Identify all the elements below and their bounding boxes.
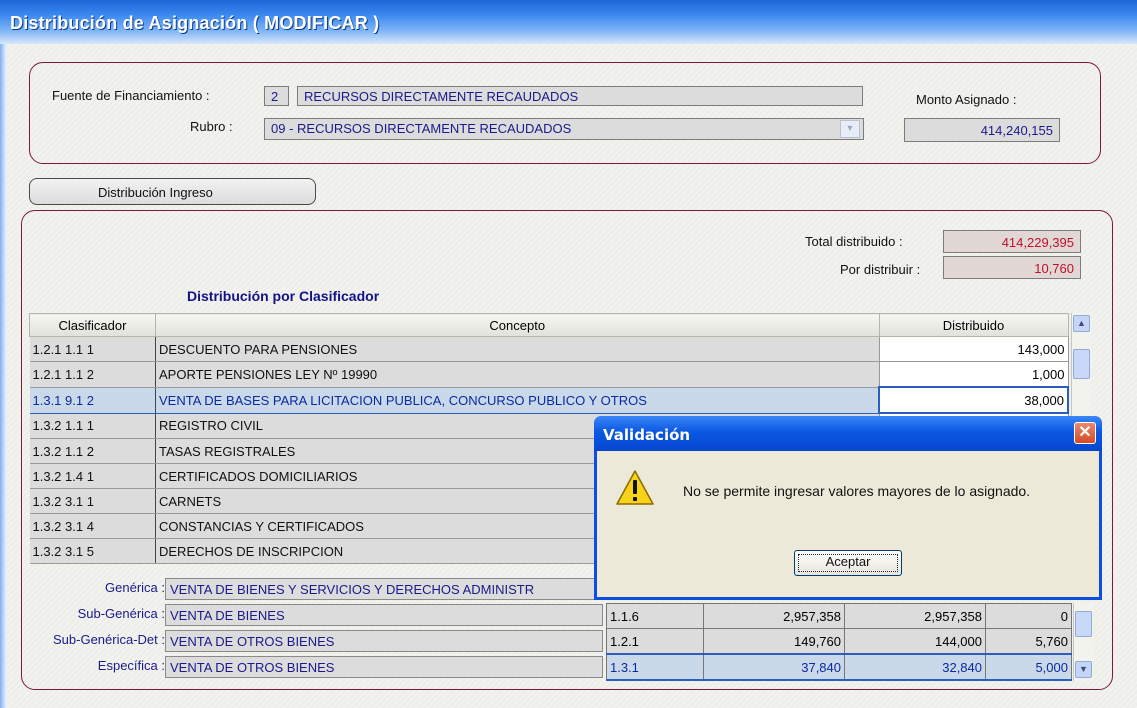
total-distribuido-field: 414,229,395 [943, 230, 1081, 253]
summary-c: 5,760 [985, 628, 1072, 655]
monto-label: Monto Asignado : [916, 92, 1017, 107]
rubro-selected-value: 09 - RECURSOS DIRECTAMENTE RECAUDADOS [271, 121, 572, 136]
warning-icon [616, 470, 654, 505]
scroll-up-icon[interactable]: ▲ [1073, 315, 1090, 332]
cell-distribuido-input[interactable]: 1,000 [878, 361, 1069, 388]
dialog-body: No se permite ingresar valores mayores d… [597, 451, 1099, 597]
cell-clasificador: 1.2.1 1.1 2 [29, 361, 156, 388]
col-distribuido[interactable]: Distribuido [878, 313, 1069, 337]
cell-clasificador: 1.3.2 1.1 1 [29, 413, 156, 439]
cell-distribuido-input[interactable]: 38,000 [878, 386, 1069, 414]
cell-concepto: VENTA DE BASES PARA LICITACION PUBLICA, … [155, 386, 879, 414]
focus-ring [798, 554, 898, 572]
col-concepto[interactable]: Concepto [155, 313, 880, 337]
summary-b: 2,957,358 [844, 603, 986, 629]
subgenerica-field: VENTA DE BIENES [165, 604, 603, 626]
col-clasificador[interactable]: Clasificador [29, 313, 156, 337]
subgenerica-det-label: Sub-Genérica-Det : [53, 632, 165, 647]
total-distribuido-label: Total distribuido : [805, 234, 903, 249]
summary-code: 1.3.1 [606, 653, 704, 681]
por-distribuir-label: Por distribuir : [840, 262, 921, 277]
summary-b: 32,840 [844, 653, 986, 681]
cell-clasificador: 1.3.2 1.1 2 [29, 438, 156, 464]
dialog-title: Validación [603, 426, 691, 444]
summary-a: 37,840 [703, 653, 845, 681]
table-header: Clasificador Concepto Distribuido [29, 313, 1069, 337]
window-left-edge [0, 44, 6, 708]
subgenerica-det-field: VENTA DE OTROS BIENES [165, 630, 603, 652]
cell-clasificador: 1.3.2 3.1 5 [29, 538, 156, 564]
dialog-title-bar: Validación ✕ [594, 416, 1102, 451]
summary-code: 1.1.6 [606, 603, 704, 629]
title-bar: Distribución de Asignación ( MODIFICAR ) [0, 0, 1137, 44]
summary-table: 1.1.6 2,957,358 2,957,358 0 1.2.1 149,760 144… [606, 603, 1072, 681]
summary-a: 149,760 [703, 628, 845, 655]
table-row-selected[interactable]: 1.3.1 9.1 2 VENTA DE BASES PARA LICITACIO… [29, 386, 1069, 414]
summary-c: 0 [985, 603, 1072, 629]
fuente-name-field[interactable]: RECURSOS DIRECTAMENTE RECAUDADOS [297, 86, 863, 106]
table-row[interactable]: 1.2.1 1.1 1 DESCUENTO PARA PENSIONES 143,0… [29, 336, 1069, 362]
chevron-down-icon[interactable]: ▾ [840, 120, 860, 138]
summary-b: 144,000 [844, 628, 986, 655]
summary-row[interactable]: 1.2.1 149,760 144,000 5,760 [606, 628, 1072, 655]
cell-clasificador: 1.3.1 9.1 2 [29, 386, 156, 414]
summary-code: 1.2.1 [606, 628, 704, 655]
tab-distribucion-ingreso[interactable]: Distribución Ingreso [29, 178, 316, 205]
summary-row-selected[interactable]: 1.3.1 37,840 32,840 5,000 [606, 653, 1072, 681]
cell-clasificador: 1.3.2 3.1 1 [29, 488, 156, 514]
close-icon[interactable]: ✕ [1074, 422, 1096, 444]
rubro-select[interactable]: 09 - RECURSOS DIRECTAMENTE RECAUDADOS [264, 118, 864, 140]
summary-c: 5,000 [985, 653, 1072, 681]
rubro-label: Rubro : [190, 119, 233, 134]
scroll-thumb[interactable] [1073, 349, 1090, 379]
generica-field: VENTA DE BIENES Y SERVICIOS Y DERECHOS A… [165, 578, 603, 600]
dialog-message: No se permite ingresar valores mayores d… [683, 483, 1031, 499]
summary-scrollbar[interactable]: ▼ [1073, 603, 1093, 681]
summary-a: 2,957,358 [703, 603, 845, 629]
cell-distribuido-input[interactable]: 143,000 [878, 336, 1069, 362]
financing-group [29, 62, 1101, 164]
scroll-down-icon[interactable]: ▼ [1075, 661, 1092, 678]
generica-label: Genérica : [105, 580, 165, 595]
monto-asignado-field: 414,240,155 [904, 118, 1060, 142]
main-window: Distribución de Asignación ( MODIFICAR )… [0, 0, 1137, 708]
cell-clasificador: 1.3.2 3.1 4 [29, 513, 156, 539]
cell-concepto: APORTE PENSIONES LEY Nº 19990 [155, 361, 879, 388]
cell-concepto: DESCUENTO PARA PENSIONES [155, 336, 879, 362]
window-title: Distribución de Asignación ( MODIFICAR ) [10, 13, 380, 33]
especifica-field: VENTA DE OTROS BIENES [165, 656, 603, 678]
table-row[interactable]: 1.2.1 1.1 2 APORTE PENSIONES LEY Nº 19990… [29, 361, 1069, 388]
fuente-code-field[interactable]: 2 [264, 86, 289, 106]
por-distribuir-field: 10,760 [943, 256, 1081, 279]
summary-row[interactable]: 1.1.6 2,957,358 2,957,358 0 [606, 603, 1072, 629]
subgenerica-label: Sub-Genérica : [77, 606, 165, 621]
tab-label: Distribución Ingreso [98, 185, 213, 200]
validation-dialog: Validación ✕ No se permite ingresar valo… [594, 416, 1102, 600]
aceptar-button[interactable]: Aceptar [794, 550, 902, 576]
summary-scroll-thumb[interactable] [1075, 611, 1092, 637]
grid-heading: Distribución por Clasificador [187, 288, 380, 304]
fuente-label: Fuente de Financiamiento : [52, 88, 210, 103]
especifica-label: Específica : [97, 658, 165, 673]
cell-clasificador: 1.3.2 1.4 1 [29, 463, 156, 489]
cell-clasificador: 1.2.1 1.1 1 [29, 336, 156, 362]
